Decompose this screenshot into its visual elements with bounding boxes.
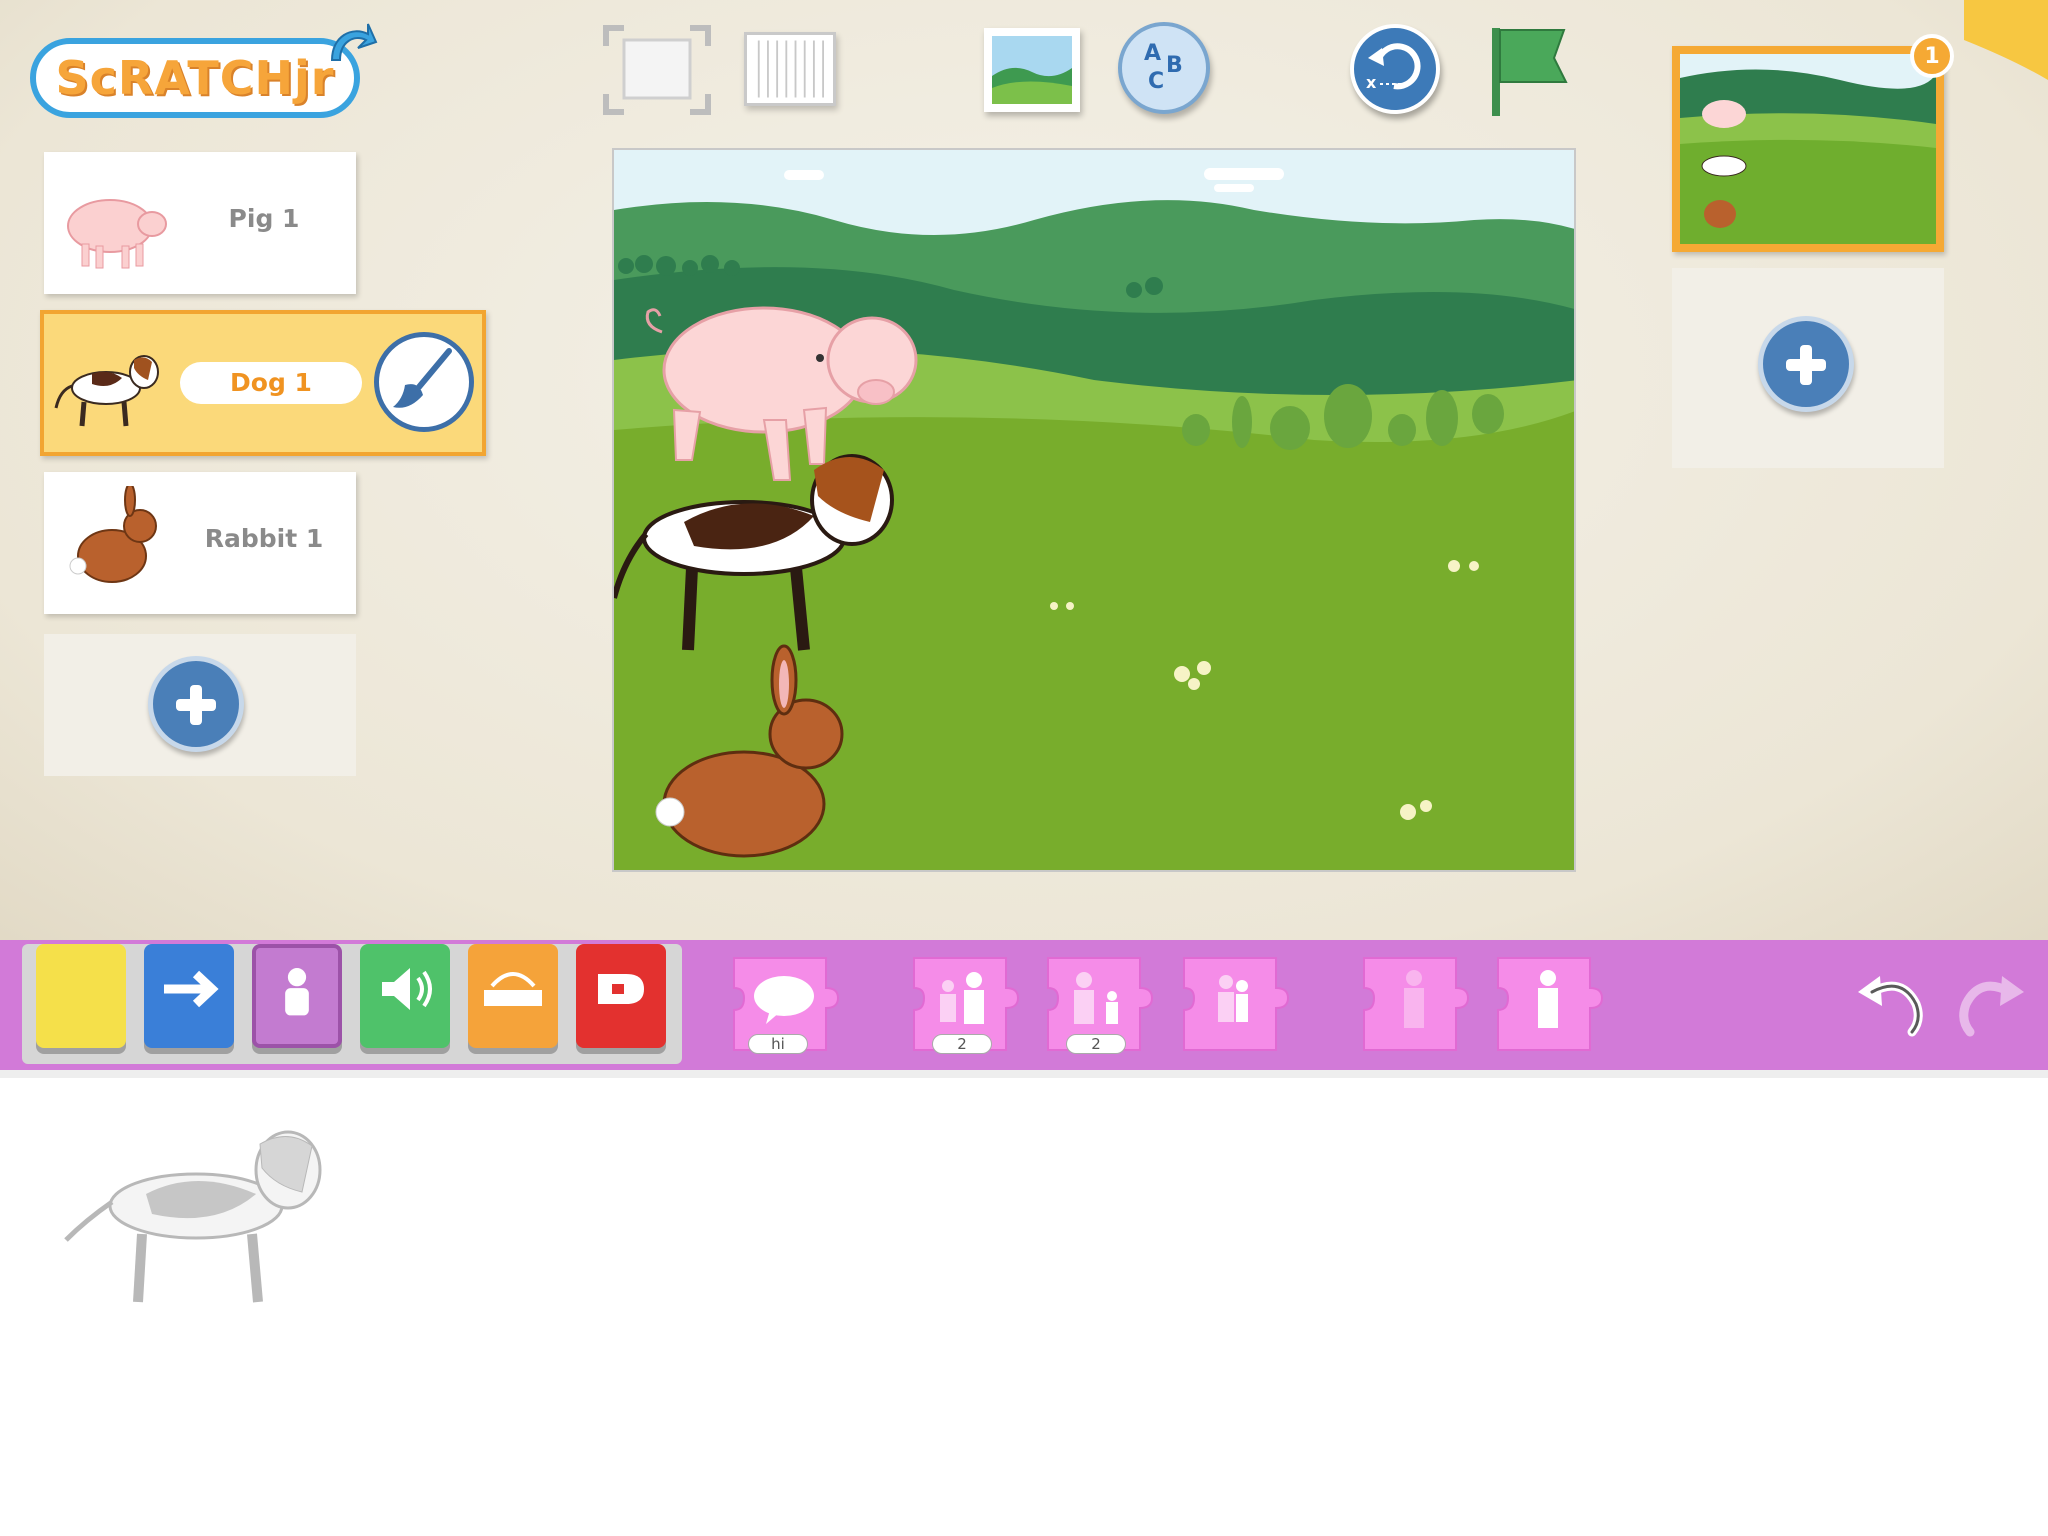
add-sprite-card <box>44 634 356 776</box>
hide-block[interactable] <box>1356 952 1472 1056</box>
add-page-card <box>1672 268 1944 468</box>
project-info-tab[interactable] <box>1964 0 2048 80</box>
reset-size-block[interactable] <box>1176 952 1292 1056</box>
green-flag-icon[interactable] <box>1484 22 1574 122</box>
category-end[interactable] <box>576 944 666 1048</box>
stage[interactable] <box>612 148 1576 872</box>
sprite-card-dog[interactable]: Dog 1 <box>40 310 486 456</box>
paintbrush-icon <box>393 348 452 408</box>
arrow-right-icon <box>164 970 219 1008</box>
svg-text:x: x <box>1366 73 1377 92</box>
landscape-icon <box>992 36 1072 104</box>
sprite-name: Rabbit 1 <box>204 524 324 553</box>
say-block-label[interactable]: hi <box>748 1034 808 1054</box>
add-page-button[interactable] <box>1758 316 1854 412</box>
paint-editor-button[interactable] <box>374 332 474 432</box>
person-icon <box>285 968 309 1016</box>
svg-text:A: A <box>1144 41 1161 66</box>
palette-divider <box>0 1070 2048 1078</box>
farm-background <box>614 150 1574 870</box>
category-motion[interactable] <box>144 944 234 1048</box>
pig-icon <box>67 199 167 269</box>
logo-text: ScRATCHjr <box>30 38 360 118</box>
category-sound[interactable] <box>360 944 450 1048</box>
sprite-name: Pig 1 <box>228 204 300 233</box>
add-sprite-button[interactable] <box>148 656 244 752</box>
svg-text:C: C <box>1148 69 1164 94</box>
rabbit-icon <box>69 486 157 583</box>
background-button[interactable] <box>984 28 1080 112</box>
repeat-icon <box>484 972 542 1006</box>
svg-text:B: B <box>1166 53 1183 78</box>
category-control[interactable] <box>468 944 558 1048</box>
redo-icon[interactable] <box>1950 962 2030 1038</box>
grow-block-label[interactable]: 2 <box>932 1034 992 1054</box>
show-block[interactable] <box>1490 952 1606 1056</box>
dog-icon <box>54 355 159 427</box>
page-thumbnail[interactable] <box>1672 46 1944 252</box>
scratchjr-logo[interactable]: ScRATCHjr <box>30 23 378 126</box>
undo-icon[interactable] <box>1852 962 1932 1038</box>
end-icon <box>598 974 644 1004</box>
category-tray <box>22 944 682 1064</box>
home-arrow-icon <box>330 23 378 61</box>
page-number-badge: 1 <box>1910 34 1954 78</box>
fullscreen-icon[interactable] <box>602 24 712 116</box>
sprite-name[interactable]: Dog 1 <box>180 362 362 404</box>
category-looks[interactable] <box>252 944 342 1048</box>
dog-watermark-icon <box>64 1130 322 1303</box>
abc-icon: A B C <box>1144 41 1183 94</box>
sprite-card-rabbit[interactable]: Rabbit 1 <box>44 472 356 614</box>
speaker-icon <box>382 968 432 1010</box>
grid-icon[interactable] <box>744 32 836 106</box>
add-text-button[interactable]: A B C <box>1118 22 1210 114</box>
sprite-card-pig[interactable]: Pig 1 <box>44 152 356 294</box>
reset-characters-button[interactable]: x <box>1350 24 1440 114</box>
reset-icon: x <box>1366 43 1421 92</box>
page-preview <box>1680 54 1936 244</box>
category-triggering[interactable] <box>36 944 126 1048</box>
shrink-block-label[interactable]: 2 <box>1066 1034 1126 1054</box>
